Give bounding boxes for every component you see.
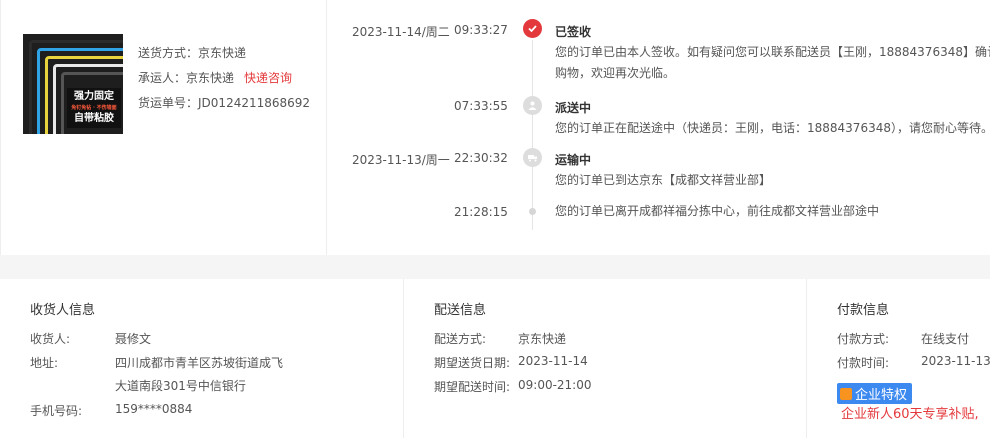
thumb-caption-line1: 强力固定 [74, 91, 114, 102]
payment-title: 付款信息 [837, 303, 890, 318]
receiver-info: 收货人信息 收货人: 聂修文 地址: 四川成都市青羊区苏坡街道成飞 大道南段30… [0, 279, 404, 438]
enterprise-privilege-badge[interactable]: 企业特权 [837, 383, 913, 404]
package-info: 强力固定 免钉免钻 · 不伤墙面 自带粘胶 送货方式：京东快递 承运人：京东快递… [1, 0, 327, 255]
waybill-label: 货运单号： [138, 96, 199, 110]
receiver-name-row: 收货人: 聂修文 [30, 330, 151, 347]
delivery-title: 配送信息 [434, 303, 487, 318]
tracking-time: 09:33:27 [454, 23, 508, 37]
delivery-method-row: 配送方式: 京东快递 [434, 330, 566, 347]
receiver-phone-label: 手机号码: [30, 404, 83, 418]
payment-time-row: 付款时间: 2023-11-13 1 [837, 354, 990, 371]
tracking-time: 07:33:55 [454, 99, 508, 113]
tracking-text: 您的订单已离开成都祥福分拣中心，前往成都文祥营业部途中 [555, 204, 880, 218]
payment-method-value: 在线支付 [921, 332, 970, 346]
payment-method-row: 付款方式: 在线支付 [837, 330, 969, 347]
carrier-value: 京东快递 [186, 71, 235, 85]
receiver-title: 收货人信息 [30, 303, 96, 318]
receiver-address-line2: 大道南段301号中信银行 [115, 379, 246, 393]
tracking-text: 您的订单正在配送途中（快递员：王刚，电话：18884376348），请您耐心等待… [555, 121, 990, 135]
receiver-address-row: 地址: 四川成都市青羊区苏坡街道成飞 大道南段301号中信银行 [30, 354, 283, 393]
tracking-status: 派送中 [555, 101, 592, 115]
timeline-dot-icon [529, 208, 536, 215]
expect-date-value: 2023-11-14 [518, 354, 588, 368]
enterprise-subsidy-text[interactable]: 企业新人60天专享补贴, [841, 403, 979, 422]
thumb-caption-small: 免钉免钻 · 不伤墙面 [71, 105, 117, 111]
delivery-method-value: 京东快递 [198, 46, 247, 60]
delivery-person-icon [523, 96, 542, 115]
receiver-phone: 159****0884 [115, 402, 193, 416]
delivery-info: 配送信息 配送方式: 京东快递 期望送货日期: 2023-11-14 期望配送时… [404, 279, 807, 438]
receiver-address-label: 地址: [30, 356, 59, 370]
tracking-date: 2023-11-14/周二 [352, 25, 450, 39]
waybill-row: 货运单号：JD0124211868692 [138, 94, 310, 111]
carrier-row: 承运人：京东快递 快递咨询 [138, 69, 292, 86]
order-info-section: 收货人信息 收货人: 聂修文 地址: 四川成都市青羊区苏坡街道成飞 大道南段30… [0, 279, 990, 438]
tracking-time: 22:30:32 [454, 151, 508, 165]
tracking-text: 您的订单已到达京东【成都文祥营业部】 [555, 173, 772, 187]
expect-time-row: 期望配送时间: 09:00-21:00 [434, 378, 592, 395]
tracking-time: 21:28:15 [454, 205, 508, 219]
expect-date-label: 期望送货日期: [434, 356, 511, 370]
gift-icon [840, 387, 852, 400]
delivery-method-row: 送货方式：京东快递 [138, 44, 246, 61]
expect-time-value: 09:00-21:00 [518, 378, 592, 392]
tracking-status: 运输中 [555, 153, 592, 167]
waybill-number: JD0124211868692 [198, 96, 311, 110]
truck-icon [523, 148, 542, 167]
tracking-timeline: 2023-11-14/周二 09:33:27 已签收 您的订单已由本人签收。如有… [327, 0, 990, 255]
tracking-date: 2023-11-13/周一 [352, 153, 450, 167]
courier-consult-link[interactable]: 快递咨询 [244, 71, 292, 85]
payment-info: 付款信息 付款方式: 在线支付 付款时间: 2023-11-13 1 企业特权 … [807, 279, 990, 438]
tracking-text: 您的订单已由本人签收。如有疑问您可以联系配送员【王刚，18884376348】确… [555, 45, 990, 80]
payment-time-value: 2023-11-13 1 [921, 354, 990, 368]
delivery-method-label: 配送方式: [434, 332, 487, 346]
tracking-status: 已签收 [555, 25, 592, 39]
expect-time-label: 期望配送时间: [434, 380, 511, 394]
receiver-phone-row: 手机号码: 159****0884 [30, 402, 192, 419]
check-icon [523, 19, 542, 38]
section-divider [0, 255, 990, 279]
receiver-name-label: 收货人: [30, 332, 71, 346]
product-thumbnail[interactable]: 强力固定 免钉免钻 · 不伤墙面 自带粘胶 [23, 34, 123, 134]
delivery-method-value: 京东快递 [518, 332, 567, 346]
thumb-caption-line2: 自带粘胶 [74, 113, 114, 124]
payment-time-label: 付款时间: [837, 356, 890, 370]
enterprise-badge-label: 企业特权 [855, 388, 908, 403]
timeline-line [532, 40, 533, 230]
carrier-label: 承运人： [138, 71, 187, 85]
order-tracking-panel: 强力固定 免钉免钻 · 不伤墙面 自带粘胶 送货方式：京东快递 承运人：京东快递… [0, 0, 990, 255]
receiver-address-line1: 四川成都市青羊区苏坡街道成飞 [115, 356, 284, 370]
payment-method-label: 付款方式: [837, 332, 890, 346]
delivery-method-label: 送货方式： [138, 46, 199, 60]
thumb-caption: 强力固定 免钉免钻 · 不伤墙面 自带粘胶 [67, 88, 121, 128]
receiver-name: 聂修文 [115, 332, 152, 346]
expect-date-row: 期望送货日期: 2023-11-14 [434, 354, 588, 371]
